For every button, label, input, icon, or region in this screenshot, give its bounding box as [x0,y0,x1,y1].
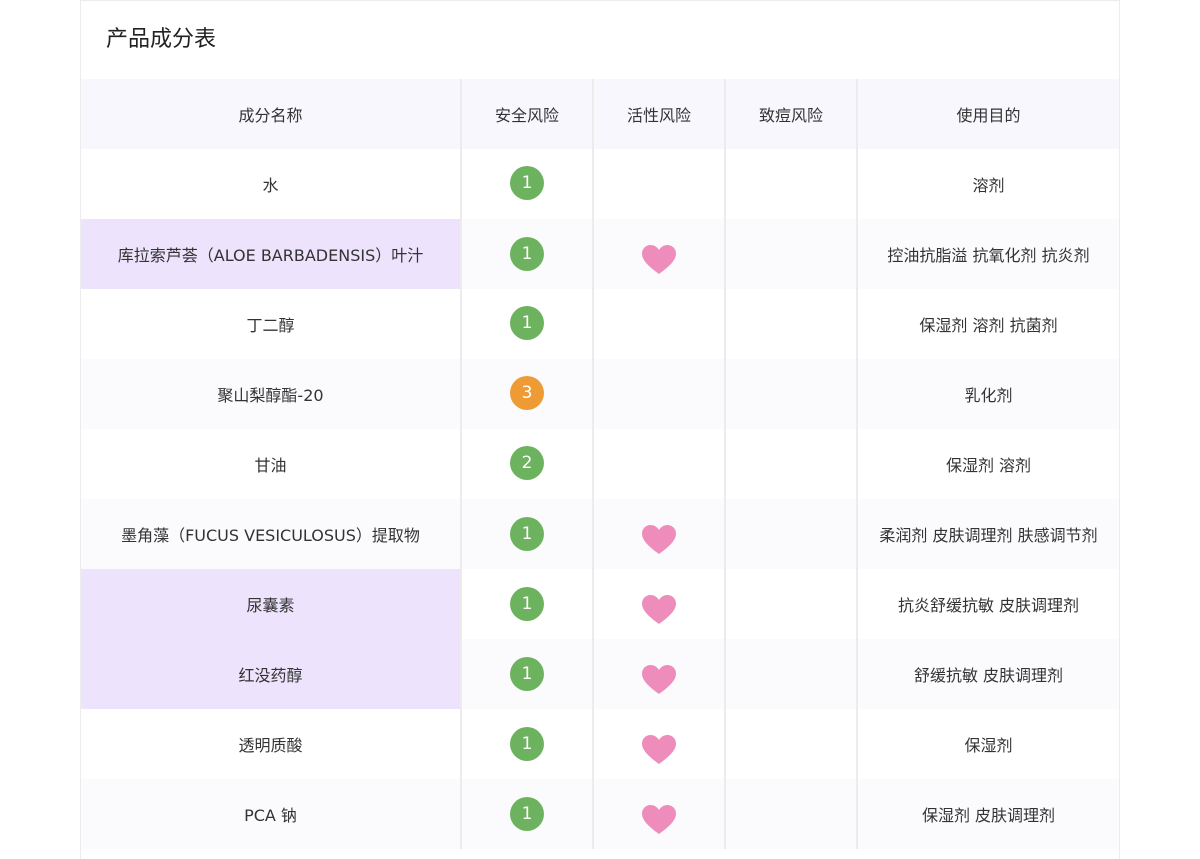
header-safety-risk: 安全风险 [461,79,594,149]
acne-risk-cell [725,149,858,219]
safety-risk-badge: 1 [510,517,544,551]
acne-risk-cell [725,569,858,639]
acne-risk-cell [725,779,858,849]
heart-icon [642,735,676,765]
active-risk-cell [593,149,726,219]
purpose-cell: 保湿剂 皮肤调理剂 [857,779,1119,849]
safety-risk-badge: 3 [510,376,544,410]
heart-icon [642,665,676,695]
purpose-cell: 控油抗脂溢 抗氧化剂 抗炎剂 [857,219,1119,289]
active-risk-cell [593,639,726,709]
safety-risk-badge: 1 [510,797,544,831]
header-active-risk: 活性风险 [593,79,726,149]
header-acne-risk: 致痘风险 [725,79,858,149]
safety-risk-cell: 1 [461,289,594,359]
safety-risk-cell: 1 [461,499,594,569]
heart-icon [642,245,676,275]
purpose-cell: 抗炎舒缓抗敏 皮肤调理剂 [897,596,1080,615]
acne-risk-cell [725,289,858,359]
acne-risk-cell [725,639,858,709]
safety-risk-cell: 1 [461,149,594,219]
safety-risk-cell: 1 [461,779,594,849]
table-row[interactable]: 透明质酸 1 保湿剂 [81,709,1119,779]
card-title: 产品成分表 [106,27,217,52]
safety-risk-cell: 1 [461,709,594,779]
purpose-cell: 保湿剂 溶剂 抗菌剂 [919,316,1058,335]
active-risk-cell [593,289,726,359]
table-row[interactable]: PCA 钠 1 保湿剂 皮肤调理剂 [81,779,1119,849]
ingredient-name[interactable]: 聚山梨醇酯-20 [81,359,462,429]
active-risk-cell [593,779,726,849]
ingredient-name[interactable]: 丁二醇 [81,289,462,359]
acne-risk-cell [725,219,858,289]
table-row[interactable]: 水 1 溶剂 [81,149,1119,219]
safety-risk-cell: 1 [461,219,594,289]
table-row[interactable]: 尿囊素 1 抗炎舒缓抗敏 皮肤调理剂 [81,569,1119,639]
acne-risk-cell [725,499,858,569]
ingredient-name[interactable]: 透明质酸 [81,709,462,779]
table-row[interactable]: 红没药醇 1 舒缓抗敏 皮肤调理剂 [81,639,1119,709]
active-risk-cell [593,569,726,639]
header-ingredient-name: 成分名称 [81,79,462,149]
table-row[interactable]: 墨角藻（FUCUS VESICULOSUS）提取物 1 柔润剂 皮肤调理剂 肤感调节… [81,499,1119,569]
table-header-row: 成分名称 安全风险 活性风险 致痘风险 使用目的 [81,79,1119,149]
safety-risk-cell: 2 [461,429,594,499]
safety-risk-cell: 1 [461,639,594,709]
heart-icon [642,805,676,835]
table-row[interactable]: 丁二醇 1 保湿剂 溶剂 抗菌剂 [81,289,1119,359]
safety-risk-cell: 1 [461,569,594,639]
acne-risk-cell [725,359,858,429]
safety-risk-badge: 1 [510,657,544,691]
ingredient-name[interactable]: 红没药醇 [81,639,462,709]
ingredient-card: 产品成分表 成分名称 安全风险 活性风险 致痘风险 使用目的 水 1 溶剂库拉索芦荟… [80,0,1120,859]
ingredient-name[interactable]: 库拉索芦荟（ALOE BARBADENSIS）叶汁 [81,219,462,289]
table-row[interactable]: 聚山梨醇酯-20 3 乳化剂 [81,359,1119,429]
heart-icon [642,595,676,625]
safety-risk-badge: 1 [510,727,544,761]
acne-risk-cell [725,709,858,779]
safety-risk-cell: 3 [461,359,594,429]
safety-risk-badge: 1 [510,587,544,621]
safety-risk-badge: 1 [510,306,544,340]
table-row[interactable]: 库拉索芦荟（ALOE BARBADENSIS）叶汁 1 控油抗脂溢 抗氧化剂 抗炎剂 [81,219,1119,289]
active-risk-cell [593,499,726,569]
active-risk-cell [593,709,726,779]
active-risk-cell [593,219,726,289]
ingredient-name[interactable]: PCA 钠 [81,779,462,849]
safety-risk-badge: 1 [510,166,544,200]
active-risk-cell [593,359,726,429]
heart-icon [642,525,676,555]
ingredient-name[interactable]: 墨角藻（FUCUS VESICULOSUS）提取物 [81,499,462,569]
ingredient-name[interactable]: 甘油 [81,429,462,499]
ingredient-name[interactable]: 水 [81,149,462,219]
purpose-cell: 乳化剂 [857,359,1119,429]
table-row[interactable]: 甘油 2 保湿剂 溶剂 [81,429,1119,499]
purpose-cell: 柔润剂 皮肤调理剂 肤感调节剂 [857,499,1119,569]
purpose-cell: 保湿剂 [964,736,1013,755]
purpose-cell: 溶剂 [972,176,1005,195]
header-purpose: 使用目的 [857,79,1119,149]
ingredient-name[interactable]: 尿囊素 [81,569,462,639]
ingredient-table: 成分名称 安全风险 活性风险 致痘风险 使用目的 水 1 溶剂库拉索芦荟（ALOE … [81,79,1119,849]
purpose-cell: 保湿剂 溶剂 [945,456,1032,475]
purpose-cell: 舒缓抗敏 皮肤调理剂 [857,639,1119,709]
safety-risk-badge: 1 [510,237,544,271]
acne-risk-cell [725,429,858,499]
safety-risk-badge: 2 [510,446,544,480]
active-risk-cell [593,429,726,499]
